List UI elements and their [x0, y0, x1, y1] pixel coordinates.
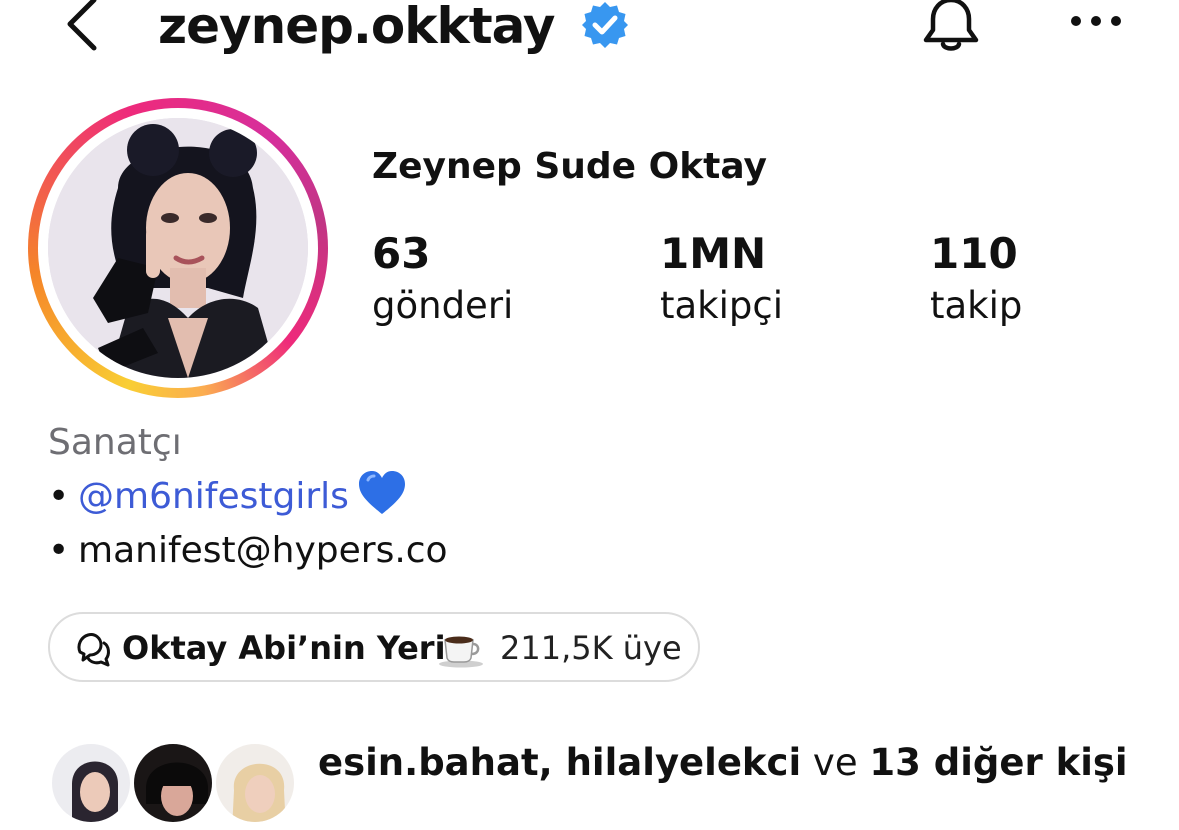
- followers-value: 1MN: [660, 229, 767, 278]
- blue-heart-icon: [357, 470, 407, 516]
- mutual-avatar: [212, 740, 298, 826]
- bio-email: manifest@hypers.co: [78, 530, 448, 571]
- broadcast-channel-button[interactable]: Oktay Abi’nin Yeri 211,5K üye: [48, 612, 700, 682]
- following-value: 110: [930, 229, 1018, 278]
- posts-count[interactable]: 63 gönderi: [372, 228, 513, 332]
- posts-value: 63: [372, 229, 431, 278]
- followers-count[interactable]: 1MN takipçi: [660, 228, 783, 332]
- back-button[interactable]: [58, 0, 108, 58]
- following-label: takip: [930, 284, 1023, 327]
- coffee-icon: [439, 636, 483, 668]
- more-horizontal-icon: [1071, 16, 1121, 26]
- verified-badge-icon: [580, 0, 630, 50]
- bell-icon: [923, 0, 979, 51]
- profile-avatar: [48, 118, 308, 378]
- profile-header: zeynep.okktay: [0, 0, 1179, 70]
- profile-bio: Sanatçı • @m6nifestgirls • manifest@hypers…: [48, 416, 448, 578]
- bio-category: Sanatçı: [48, 422, 182, 463]
- mutual-followers-avatars[interactable]: [48, 740, 308, 830]
- bullet: •: [48, 530, 70, 571]
- bullet: •: [48, 476, 70, 517]
- following-count[interactable]: 110 takip: [930, 228, 1022, 332]
- chevron-left-icon: [67, 0, 97, 51]
- followed-by-connector: ve: [801, 741, 870, 784]
- mutual-avatar: [130, 740, 216, 826]
- bio-mention-row: • @m6nifestgirls: [48, 470, 448, 524]
- followed-by-others: 13 diğer kişi: [869, 741, 1128, 784]
- channel-name: Oktay Abi’nin Yeri: [122, 629, 446, 667]
- followers-label: takipçi: [660, 284, 783, 327]
- followed-by-names: esin.bahat, hilalyelekci: [318, 741, 802, 784]
- more-options-button[interactable]: [1064, 0, 1128, 46]
- broadcast-channel-icon: [77, 633, 110, 667]
- bio-mention-link[interactable]: @m6nifestgirls: [78, 476, 349, 517]
- story-ring[interactable]: [28, 98, 328, 398]
- mutual-avatar: [48, 740, 134, 826]
- avatar-ring-gap: [38, 108, 318, 388]
- notifications-button[interactable]: [918, 0, 984, 58]
- channel-member-count: 211,5K üye: [500, 629, 682, 667]
- profile-full-name: Zeynep Sude Oktay: [372, 146, 768, 187]
- posts-label: gönderi: [372, 284, 514, 327]
- profile-username: zeynep.okktay: [158, 0, 555, 55]
- bio-email-row: • manifest@hypers.co: [48, 524, 448, 578]
